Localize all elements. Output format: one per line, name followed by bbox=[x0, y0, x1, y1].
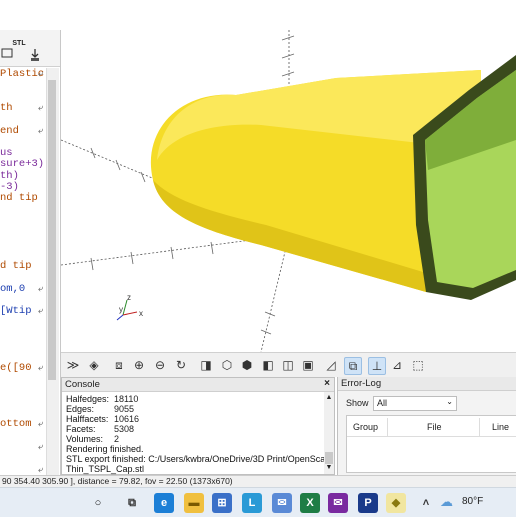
console-stat-label: Halfedges: bbox=[66, 394, 110, 404]
console-line: Thin_TSPL_Cap.stl bbox=[66, 464, 145, 474]
model-cap bbox=[150, 55, 516, 300]
show-label: Show bbox=[346, 398, 369, 408]
scroll-up-icon[interactable]: ▲ bbox=[325, 394, 333, 402]
preview-icon[interactable]: ≫ bbox=[65, 357, 81, 373]
openscad-icon[interactable]: ◆ bbox=[386, 493, 406, 513]
console-stat-label: Edges: bbox=[66, 404, 95, 414]
file-explorer-icon[interactable]: ▬ bbox=[184, 493, 204, 513]
code-editor[interactable]: STL Plastic ⤶ th ⤶ end ⤶ us sure+3) th) -3) nd tip… bbox=[0, 30, 61, 505]
reset-view-icon[interactable]: ↻ bbox=[173, 357, 189, 373]
paypal-icon[interactable]: P bbox=[358, 493, 378, 513]
console-panel: Console × Halfedges: 18110 Edges: 9055 Halff… bbox=[61, 377, 335, 475]
show-filter-value: All bbox=[377, 398, 388, 408]
view-right-icon[interactable]: ◨ bbox=[198, 357, 214, 373]
console-stat-value: 18110 bbox=[114, 394, 139, 404]
console-stat-label: Facets: bbox=[66, 424, 96, 434]
email-app-icon[interactable]: ✉ bbox=[328, 493, 348, 513]
show-axes-icon[interactable]: ⊥ bbox=[368, 357, 386, 375]
chevron-down-icon: ⌄ bbox=[446, 397, 453, 406]
console-scroll-thumb[interactable] bbox=[325, 452, 333, 464]
3d-viewport[interactable]: z y x bbox=[61, 30, 516, 352]
line-wrap-icon: ⤶ bbox=[38, 68, 44, 78]
export-icon[interactable] bbox=[28, 48, 42, 64]
perspective-icon[interactable]: ◿ bbox=[323, 357, 339, 373]
axis-label-z: z bbox=[127, 293, 131, 302]
console-stat-label: Volumes: bbox=[66, 434, 104, 444]
line-wrap-icon: ⤶ bbox=[38, 418, 44, 429]
zoom-in-icon[interactable]: ⊕ bbox=[131, 357, 147, 373]
error-log-panel: Error-Log Show All ⌄ Group File Line bbox=[337, 377, 516, 475]
view-back-icon[interactable]: ▣ bbox=[300, 357, 316, 373]
orthogonal-icon[interactable]: ⧉ bbox=[344, 357, 362, 375]
axis-label-y: y bbox=[119, 305, 123, 314]
view-toolbar: ≫ ◈ ⧈ ⊕ ⊖ ↻ ◨ ⬡ ⬢ ◧ ◫ ▣ ◿ ⧉ ⊥ ⊿ ⬚ bbox=[61, 352, 516, 377]
view-top-icon[interactable]: ⬡ bbox=[219, 357, 235, 373]
line-wrap-icon: ⤶ bbox=[38, 463, 44, 474]
console-stat-value: 2 bbox=[114, 434, 120, 444]
store-icon[interactable]: ⊞ bbox=[212, 493, 232, 513]
error-log-header: Error-Log bbox=[338, 377, 516, 391]
status-text: 90 354.40 305.90 ], distance = 79.82, fo… bbox=[2, 476, 233, 486]
excel-icon[interactable]: X bbox=[300, 493, 320, 513]
axis-label-x: x bbox=[139, 309, 143, 318]
console-title: Console bbox=[65, 379, 100, 390]
l-app-icon[interactable]: L bbox=[242, 493, 262, 513]
axis-gizmo: z y x bbox=[116, 293, 143, 321]
editor-toolbar: STL bbox=[0, 30, 60, 67]
error-log-title: Error-Log bbox=[341, 378, 382, 389]
line-wrap-icon: ⤶ bbox=[38, 282, 44, 293]
edge-browser-icon[interactable]: e bbox=[154, 493, 174, 513]
console-stat-label: Halffacets: bbox=[66, 414, 109, 424]
console-line: STL export finished: C:/Users/kwbra/OneD… bbox=[66, 454, 333, 464]
console-header: Console × bbox=[62, 378, 334, 392]
console-scrollbar[interactable]: ▲ ▼ bbox=[324, 392, 334, 474]
render-icon[interactable]: ◈ bbox=[86, 357, 102, 373]
console-stat-value: 5308 bbox=[114, 424, 135, 434]
error-log-table[interactable]: Group File Line bbox=[346, 415, 516, 473]
start-search-icon[interactable]: ○ bbox=[88, 493, 108, 513]
editor-scroll-thumb[interactable] bbox=[48, 80, 56, 380]
console-close-button[interactable]: × bbox=[324, 378, 330, 389]
view-bottom-icon[interactable]: ⬢ bbox=[239, 357, 255, 373]
line-wrap-icon: ⤶ bbox=[38, 361, 44, 372]
view-left-icon[interactable]: ◧ bbox=[260, 357, 276, 373]
line-wrap-icon: ⤶ bbox=[38, 101, 44, 112]
column-header-line[interactable]: Line bbox=[492, 422, 509, 432]
zoom-out-icon[interactable]: ⊖ bbox=[152, 357, 168, 373]
stl-label: STL bbox=[12, 40, 26, 47]
view-all-icon[interactable]: ⧈ bbox=[111, 357, 127, 373]
show-scale-icon[interactable]: ⊿ bbox=[389, 357, 405, 373]
mail-icon[interactable]: ✉ bbox=[272, 493, 292, 513]
console-line: Rendering finished. bbox=[66, 444, 144, 454]
show-filter-select[interactable]: All ⌄ bbox=[373, 396, 457, 411]
column-header-group[interactable]: Group bbox=[353, 422, 378, 432]
task-view-icon[interactable]: ⧉ bbox=[122, 493, 142, 513]
windows-taskbar: ○ ⧉ e ▬ ⊞ L ✉ X ✉ P ◆ ˄ ☁ 80°F bbox=[0, 487, 516, 517]
line-wrap-icon: ⤶ bbox=[38, 124, 44, 135]
viewport-canvas[interactable]: z y x bbox=[61, 30, 516, 352]
weather-temperature[interactable]: 80°F bbox=[462, 496, 483, 507]
view-front-icon[interactable]: ◫ bbox=[280, 357, 296, 373]
console-stat-value: 10616 bbox=[114, 414, 140, 424]
column-header-file[interactable]: File bbox=[427, 422, 442, 432]
scroll-down-icon[interactable]: ▼ bbox=[325, 464, 333, 472]
weather-cloud-icon[interactable]: ☁ bbox=[440, 494, 456, 509]
line-wrap-icon: ⤶ bbox=[38, 305, 44, 316]
line-wrap-icon: ⤶ bbox=[38, 440, 44, 451]
show-edges-icon[interactable]: ⬚ bbox=[410, 357, 426, 373]
console-stat-value: 9055 bbox=[114, 404, 135, 414]
chevron-up-icon[interactable]: ˄ bbox=[416, 493, 436, 513]
